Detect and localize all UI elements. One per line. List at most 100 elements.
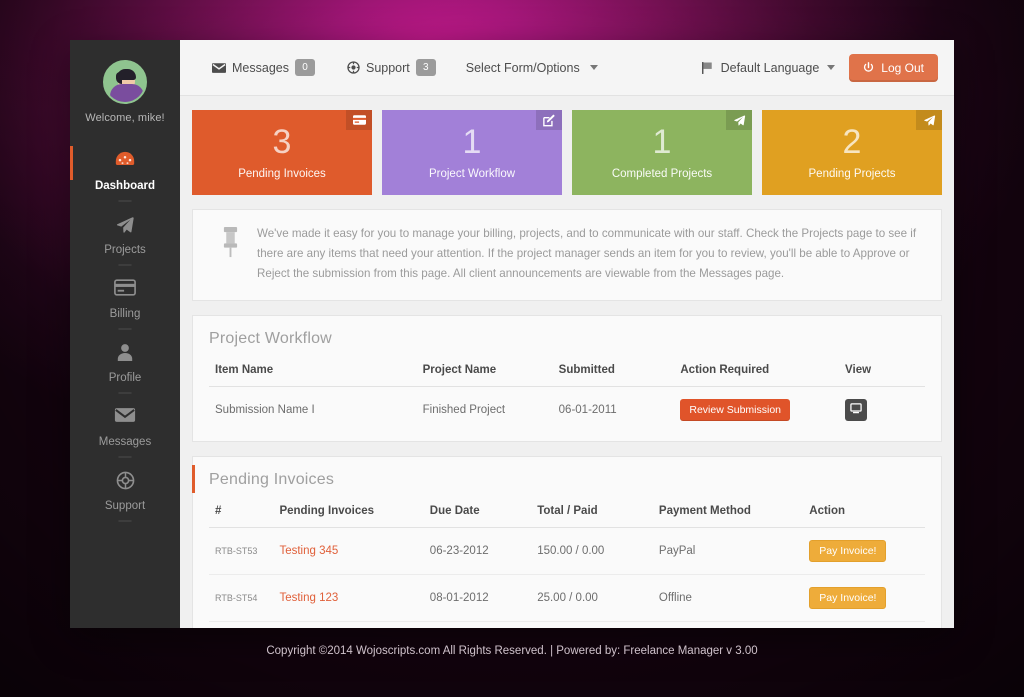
col-pending-invoices: Pending Invoices (273, 500, 424, 528)
card-label: Project Workflow (428, 168, 516, 180)
sidebar-item-profile[interactable]: Profile (70, 332, 180, 396)
monitor-icon (850, 402, 862, 417)
edit-square-icon (536, 110, 562, 130)
paper-plane-icon (916, 110, 942, 130)
logout-label: Log Out (881, 60, 924, 75)
col-action-required: Action Required (674, 359, 840, 387)
sidebar-label-support: Support (104, 500, 146, 512)
project-workflow-title: Project Workflow (209, 329, 332, 347)
sidebar-label-billing: Billing (109, 308, 141, 320)
topbar-messages[interactable]: Messages 0 (196, 59, 331, 76)
card-pending-invoices[interactable]: 3 Pending Invoices (192, 110, 372, 195)
language-dropdown[interactable]: Default Language (701, 60, 836, 75)
select-form-options-label: Select Form/Options (465, 60, 580, 75)
col-action: Action (803, 500, 925, 528)
envelope-icon (212, 62, 226, 73)
cell-action-required: Review Submission (674, 386, 839, 433)
credit-card-icon (346, 110, 372, 130)
col-due-date: Due Date (423, 500, 532, 528)
cell-invoice-id: RTB-ST54 (209, 574, 274, 622)
sidebar-item-billing[interactable]: Billing (70, 268, 180, 332)
cell-due-date: 08-01-2012 (423, 574, 532, 622)
cell-item-name: Submission Name I (215, 403, 315, 416)
main-content: Messages 0 Support 3 Select Form/Options… (180, 40, 954, 628)
sidebar-item-support[interactable]: Support (70, 460, 180, 524)
table-header-row: Item Name Project Name Submitted Action … (209, 359, 925, 387)
credit-card-icon (70, 279, 180, 299)
cell-total-paid: 25.00 / 0.00 (531, 574, 653, 622)
user-icon (70, 343, 180, 363)
language-label: Default Language (720, 60, 820, 75)
avatar (103, 60, 147, 104)
invoice-link[interactable]: Testing 123 (279, 592, 338, 604)
cell-payment-method: PayPal (652, 527, 804, 575)
table-header-row: # Pending Invoices Due Date Total / Paid… (209, 500, 925, 528)
sidebar-item-messages[interactable]: Messages (70, 396, 180, 460)
content-scroll-area: 3 Pending Invoices 1 Project Workflow 1 … (180, 96, 954, 628)
table-row: RTB-ST53 Testing 345 06-23-2012 150.00 /… (209, 527, 925, 575)
pending-invoices-title: Pending Invoices (209, 470, 335, 488)
cell-action: Pay Invoice! (803, 574, 925, 622)
col-payment-method: Payment Method (652, 500, 804, 528)
topbar-support[interactable]: Support 3 (331, 59, 452, 76)
sidebar-label-dashboard: Dashboard (94, 180, 156, 192)
card-value: 1 (652, 123, 672, 161)
col-item-name: Item Name (209, 359, 417, 387)
review-submission-button[interactable]: Review Submission (680, 398, 790, 421)
card-completed-projects[interactable]: 1 Completed Projects (572, 110, 752, 195)
cell-total-paid: 10.89 / 10.00 (531, 621, 653, 628)
cell-invoice-id: RTB-ST56 (209, 621, 273, 628)
pay-invoice-button[interactable]: Pay Invoice! (809, 586, 887, 609)
logout-button[interactable]: Log Out (849, 53, 938, 82)
table-row: RTB-ST54 Testing 123 08-01-2012 25.00 / … (209, 574, 925, 622)
lifebuoy-icon (70, 471, 180, 491)
support-count-badge: 3 (415, 59, 436, 76)
cell-payment-method: Offline (652, 574, 804, 622)
card-project-workflow[interactable]: 1 Project Workflow (382, 110, 562, 195)
card-label: Pending Invoices (238, 168, 326, 180)
cell-invoice-id: RTB-ST53 (209, 527, 274, 575)
sidebar-label-profile: Profile (108, 372, 142, 384)
chevron-down-icon (589, 65, 598, 70)
topbar: Messages 0 Support 3 Select Form/Options… (180, 40, 954, 96)
col-submitted: Submitted (552, 359, 675, 387)
sidebar-label-projects: Projects (104, 244, 146, 256)
power-icon (863, 62, 874, 73)
cell-due-date: 06-25-2013 (424, 621, 531, 628)
flag-icon (701, 61, 713, 74)
pending-invoices-body: RTB-ST53 Testing 345 06-23-2012 150.00 /… (209, 527, 925, 628)
cell-view (839, 386, 925, 433)
invoice-link[interactable]: Testing 345 (279, 545, 338, 557)
section-pending-invoices: Pending Invoices # Pending Invoices Due … (192, 455, 942, 628)
col-number: # (209, 500, 274, 528)
card-pending-projects[interactable]: 2 Pending Projects (762, 110, 942, 195)
dashboard-icon (70, 151, 180, 171)
table-row: RTB-ST56 Web Development 06-25-2013 10.8… (209, 621, 925, 628)
select-form-options-dropdown[interactable]: Select Form/Options (452, 61, 612, 75)
envelope-icon (70, 407, 180, 427)
cell-due-date: 06-23-2012 (423, 527, 532, 575)
sidebar-item-dashboard[interactable]: Dashboard (70, 140, 180, 204)
sidebar-profile: Welcome, mike! (70, 54, 180, 140)
cell-total-paid: 150.00 / 0.00 (531, 527, 653, 575)
announcement-text: We've made it easy for you to manage you… (257, 227, 917, 280)
table-row: Submission Name I Finished Project 06-01… (209, 386, 925, 433)
app-window: Welcome, mike! Dashboard Projects Billin… (70, 40, 954, 628)
messages-count-badge: 0 (294, 59, 315, 76)
topbar-messages-label: Messages (232, 60, 289, 75)
pending-invoices-table: # Pending Invoices Due Date Total / Paid… (209, 500, 925, 628)
topbar-left: Messages 0 Support 3 Select Form/Options (196, 59, 612, 76)
card-value: 1 (462, 123, 482, 161)
lifebuoy-icon (347, 61, 360, 74)
chevron-down-icon (827, 65, 836, 70)
pay-invoice-button[interactable]: Pay Invoice! (809, 539, 887, 562)
view-button[interactable] (845, 398, 868, 421)
col-view: View (839, 359, 925, 387)
stat-cards: 3 Pending Invoices 1 Project Workflow 1 … (192, 110, 942, 195)
project-workflow-table: Item Name Project Name Submitted Action … (209, 359, 925, 433)
card-value: 2 (842, 123, 862, 161)
card-label: Completed Projects (611, 168, 713, 180)
topbar-support-label: Support (365, 60, 410, 75)
active-marker (70, 146, 73, 180)
sidebar-item-projects[interactable]: Projects (70, 204, 180, 268)
